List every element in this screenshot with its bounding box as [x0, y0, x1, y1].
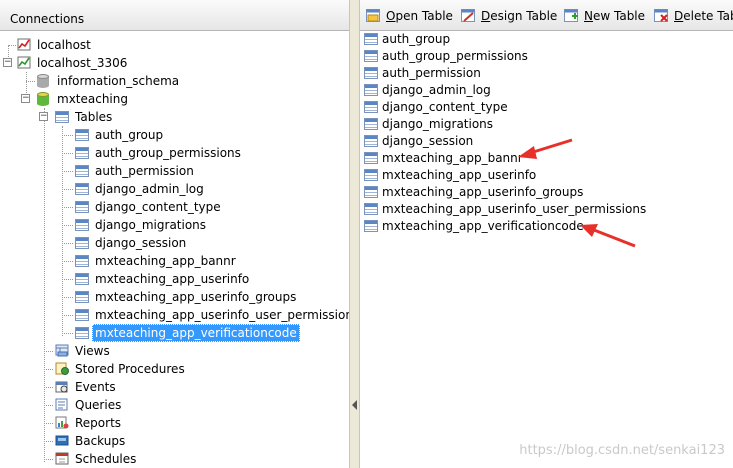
annotation-arrows	[518, 138, 636, 248]
annotation-arrow-bannr	[518, 138, 573, 159]
watermark: https://blog.csdn.net/senkai123	[519, 443, 725, 458]
annotation-arrow-verificationcode	[580, 224, 636, 248]
